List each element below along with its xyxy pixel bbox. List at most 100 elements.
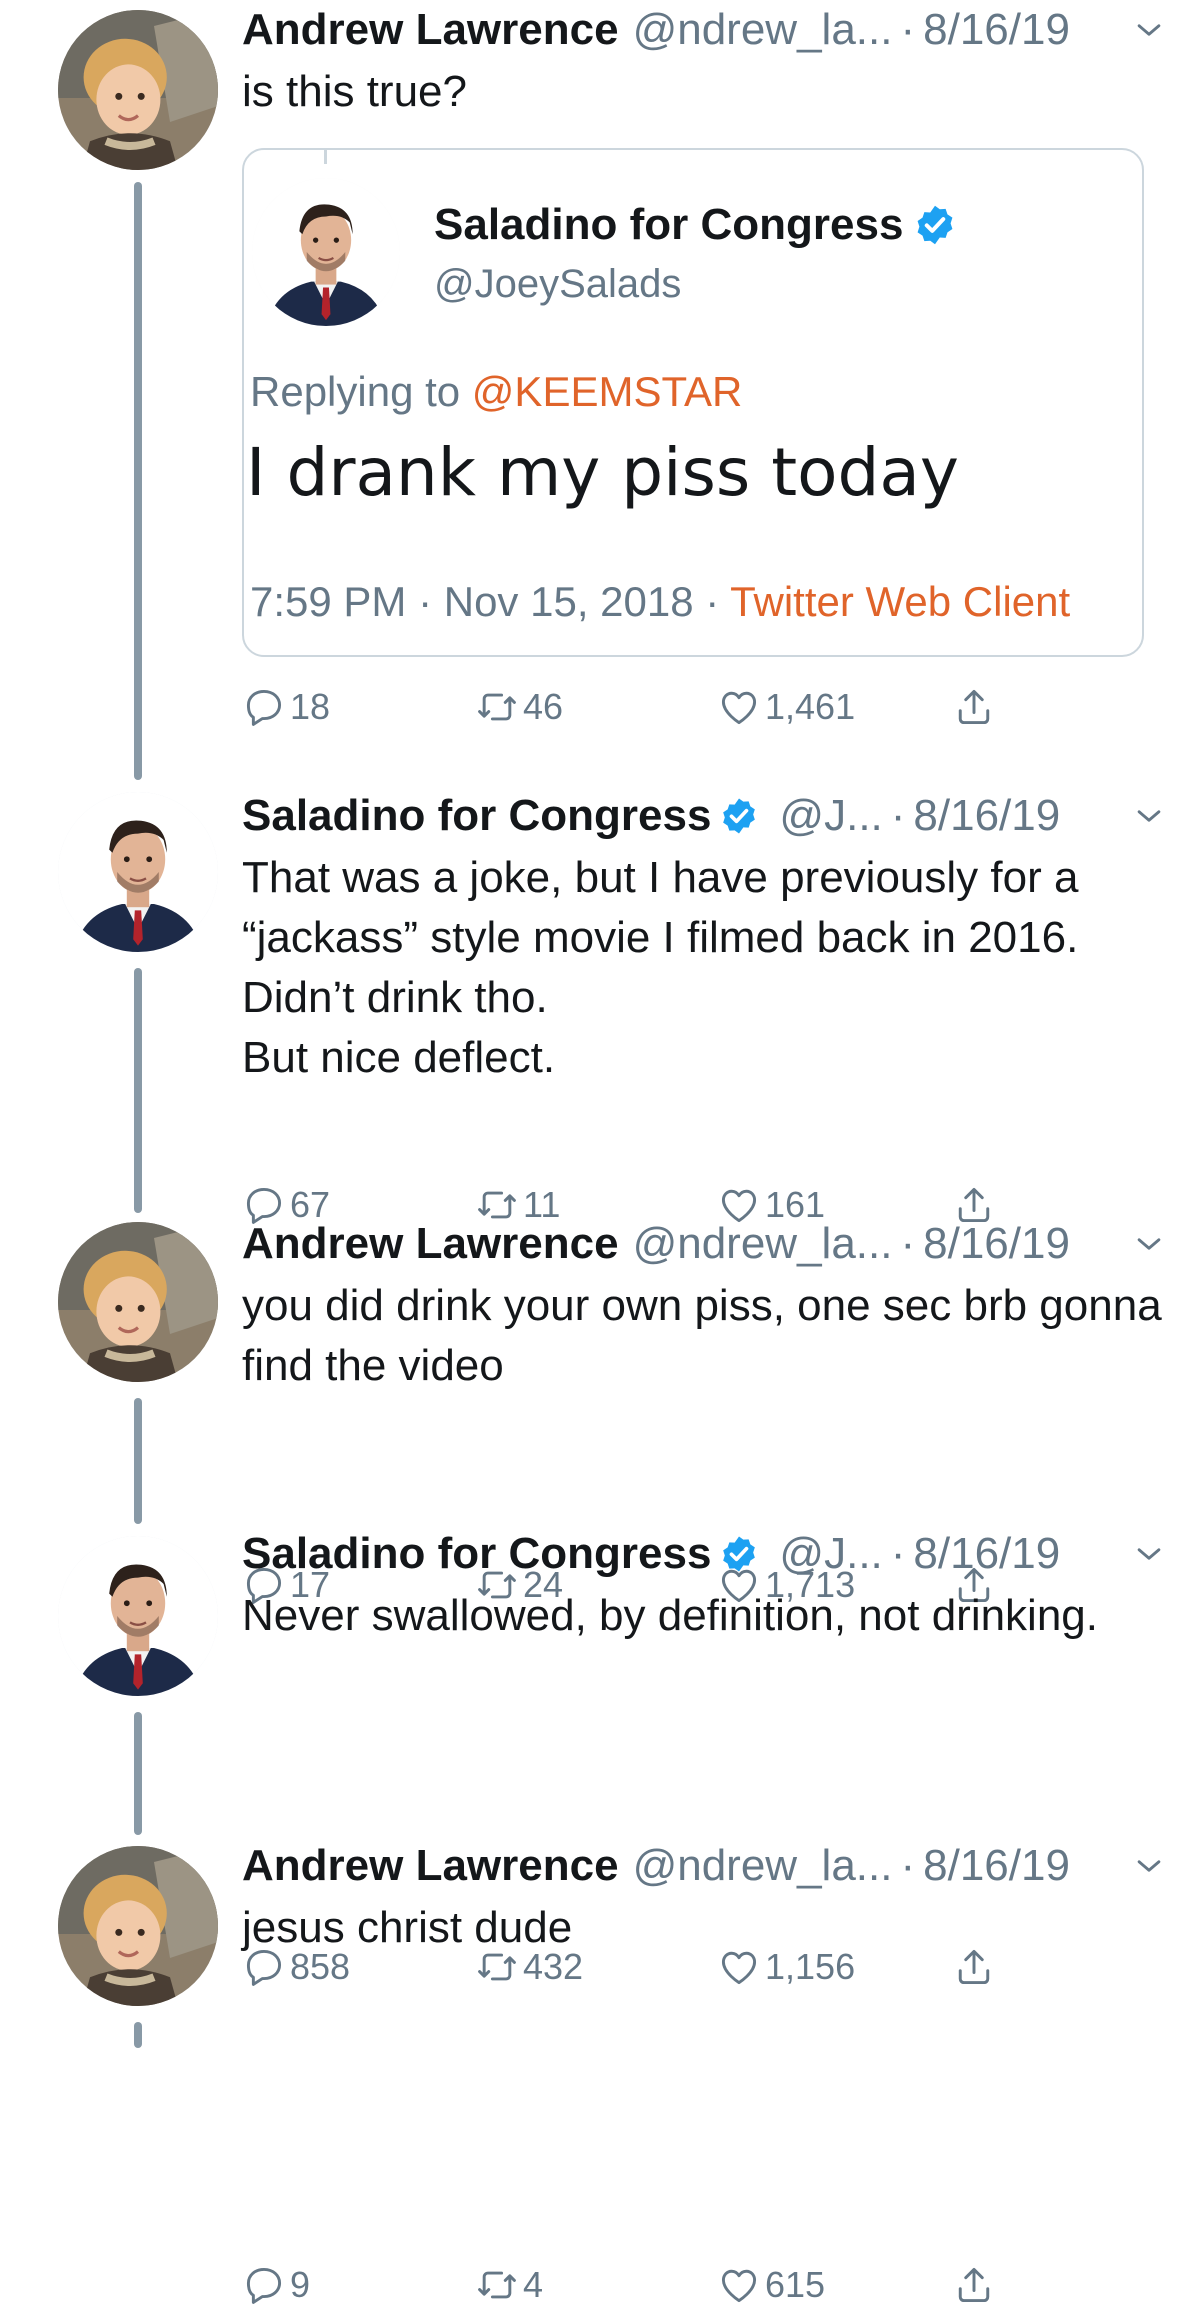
- avatar-image: [58, 792, 218, 952]
- mention-link[interactable]: @KEEMSTAR: [472, 368, 743, 415]
- tweet: Andrew Lawrence @ndrew_la... · 8/16/19 j…: [242, 1836, 1172, 1958]
- chevron-down-icon[interactable]: [1132, 799, 1166, 833]
- tweet-text-line: But nice deflect.: [242, 1033, 556, 1082]
- separator-dot: ·: [890, 1529, 906, 1578]
- tweet: Saladino for Congress @J... · 8/16/19 Ne…: [242, 1524, 1172, 1646]
- separator-dot: ·: [900, 1841, 916, 1890]
- tweet-header: Andrew Lawrence @ndrew_la... · 8/16/19: [242, 1836, 1172, 1896]
- tweet-text-line: That was a joke, but I have previously f…: [242, 853, 1079, 1022]
- quoted-tweet[interactable]: Saladino for Congress @JoeySalads Replyi…: [242, 148, 1144, 657]
- reply-count: 18: [290, 686, 331, 727]
- tweet-date[interactable]: 8/16/19: [913, 1524, 1060, 1584]
- avatar[interactable]: [58, 1222, 218, 1382]
- avatar[interactable]: [58, 1846, 218, 2006]
- author-handle[interactable]: @ndrew_la...: [633, 0, 893, 60]
- reply-button[interactable]: 9: [242, 2250, 310, 2320]
- tweet-header: Saladino for Congress @J... · 8/16/19: [242, 1524, 1172, 1584]
- quoted-timestamp: 7:59 PM · Nov 15, 2018 ·: [250, 578, 720, 625]
- author-name[interactable]: Andrew Lawrence: [242, 1836, 619, 1896]
- tweet-text-line: Never swallowed, by definition, not drin…: [242, 1591, 1099, 1640]
- thread-line: [134, 2022, 142, 2048]
- retweet-button[interactable]: 46: [475, 672, 563, 742]
- author-name[interactable]: Andrew Lawrence: [242, 0, 619, 60]
- share-button[interactable]: [952, 672, 1000, 742]
- tweet: Andrew Lawrence @ndrew_la... · 8/16/19 y…: [242, 1214, 1172, 1396]
- tweet-actions: 18 46 1,461: [242, 672, 1200, 742]
- avatar-image: [58, 1222, 218, 1382]
- like-button[interactable]: 615: [717, 2250, 825, 2320]
- avatar[interactable]: [58, 1536, 218, 1696]
- thread-line: [134, 1398, 142, 1524]
- reply-icon: [242, 2263, 286, 2307]
- tweet-text: That was a joke, but I have previously f…: [242, 848, 1172, 1088]
- like-button[interactable]: 1,461: [717, 672, 855, 742]
- retweet-button[interactable]: 4: [475, 2250, 543, 2320]
- avatar[interactable]: [58, 10, 218, 170]
- author-handle[interactable]: @J...: [779, 786, 882, 846]
- tweet-date[interactable]: 8/16/19: [923, 1214, 1070, 1274]
- reply-count: 9: [290, 2264, 311, 2305]
- share-button[interactable]: [952, 2250, 1000, 2320]
- quoted-tweet-meta: 7:59 PM · Nov 15, 2018 · Twitter Web Cli…: [250, 578, 1070, 626]
- like-count: 1,461: [765, 686, 856, 727]
- quoted-avatar: [252, 178, 400, 326]
- avatar[interactable]: [58, 792, 218, 952]
- tweet-text: you did drink your own piss, one sec brb…: [242, 1276, 1172, 1396]
- chevron-down-icon[interactable]: [1132, 1227, 1166, 1261]
- retweet-icon: [475, 685, 519, 729]
- tweet-text: Never swallowed, by definition, not drin…: [242, 1586, 1172, 1646]
- author-handle[interactable]: @J...: [779, 1524, 882, 1584]
- thread-line: [134, 968, 142, 1213]
- tweet-header: Saladino for Congress @J... · 8/16/19: [242, 786, 1172, 846]
- chevron-down-icon[interactable]: [1132, 1849, 1166, 1883]
- avatar-image: [58, 1846, 218, 2006]
- quoted-avatar-image: [252, 178, 400, 326]
- quoted-tweet-text: I drank my piss today: [246, 434, 959, 511]
- tweet: Saladino for Congress @J... · 8/16/19 Th…: [242, 786, 1172, 1088]
- verified-badge-icon: [719, 1534, 759, 1574]
- share-icon: [952, 2263, 996, 2307]
- tweet: Andrew Lawrence @ndrew_la... · 8/16/19 i…: [242, 0, 1172, 122]
- tweet-date[interactable]: 8/16/19: [923, 1836, 1070, 1896]
- separator-dot: ·: [890, 791, 906, 840]
- author-handle[interactable]: @ndrew_la...: [633, 1214, 893, 1274]
- separator-dot: ·: [900, 1219, 916, 1268]
- like-count: 615: [765, 2264, 826, 2305]
- retweet-icon: [475, 2263, 519, 2307]
- reply-button[interactable]: 18: [242, 672, 330, 742]
- tweet-date[interactable]: 8/16/19: [923, 0, 1070, 60]
- retweet-count: 4: [523, 2264, 544, 2305]
- avatar-image: [58, 10, 218, 170]
- tweet-actions: 9 4 615: [242, 2250, 1200, 2320]
- verified-badge-icon: [719, 796, 759, 836]
- quoted-author-name: Saladino for Congress: [434, 200, 963, 250]
- retweet-count: 46: [523, 686, 564, 727]
- heart-icon: [717, 2263, 761, 2307]
- tweet-text: jesus christ dude: [242, 1898, 1172, 1958]
- author-handle[interactable]: @ndrew_la...: [633, 1836, 893, 1896]
- share-icon: [952, 685, 996, 729]
- tweet-date[interactable]: 8/16/19: [913, 786, 1060, 846]
- quoted-author-name-text: Saladino for Congress: [434, 200, 904, 249]
- tweet-text-line: you did drink your own piss, one sec brb…: [242, 1281, 1162, 1390]
- tweet-text-line: jesus christ dude: [242, 1903, 573, 1952]
- chevron-down-icon[interactable]: [1132, 13, 1166, 47]
- separator-dot: ·: [900, 5, 916, 54]
- tweet-text-line: is this true?: [242, 67, 467, 116]
- client-link[interactable]: Twitter Web Client: [730, 578, 1070, 625]
- tweet-header: Andrew Lawrence @ndrew_la... · 8/16/19: [242, 1214, 1172, 1274]
- chevron-down-icon[interactable]: [1132, 1537, 1166, 1571]
- author-name[interactable]: Andrew Lawrence: [242, 1214, 619, 1274]
- thread-line: [134, 1712, 142, 1835]
- author-name[interactable]: Saladino for Congress: [242, 1524, 711, 1584]
- avatar-image: [58, 1536, 218, 1696]
- replying-to-prefix: Replying to: [250, 368, 461, 415]
- tweet-text: is this true?: [242, 62, 1172, 122]
- reply-icon: [242, 685, 286, 729]
- quote-divider: [324, 150, 327, 164]
- quoted-author-handle: @JoeySalads: [434, 262, 682, 306]
- heart-icon: [717, 685, 761, 729]
- thread-line: [134, 182, 142, 780]
- replying-to: Replying to @KEEMSTAR: [250, 368, 742, 416]
- author-name[interactable]: Saladino for Congress: [242, 786, 711, 846]
